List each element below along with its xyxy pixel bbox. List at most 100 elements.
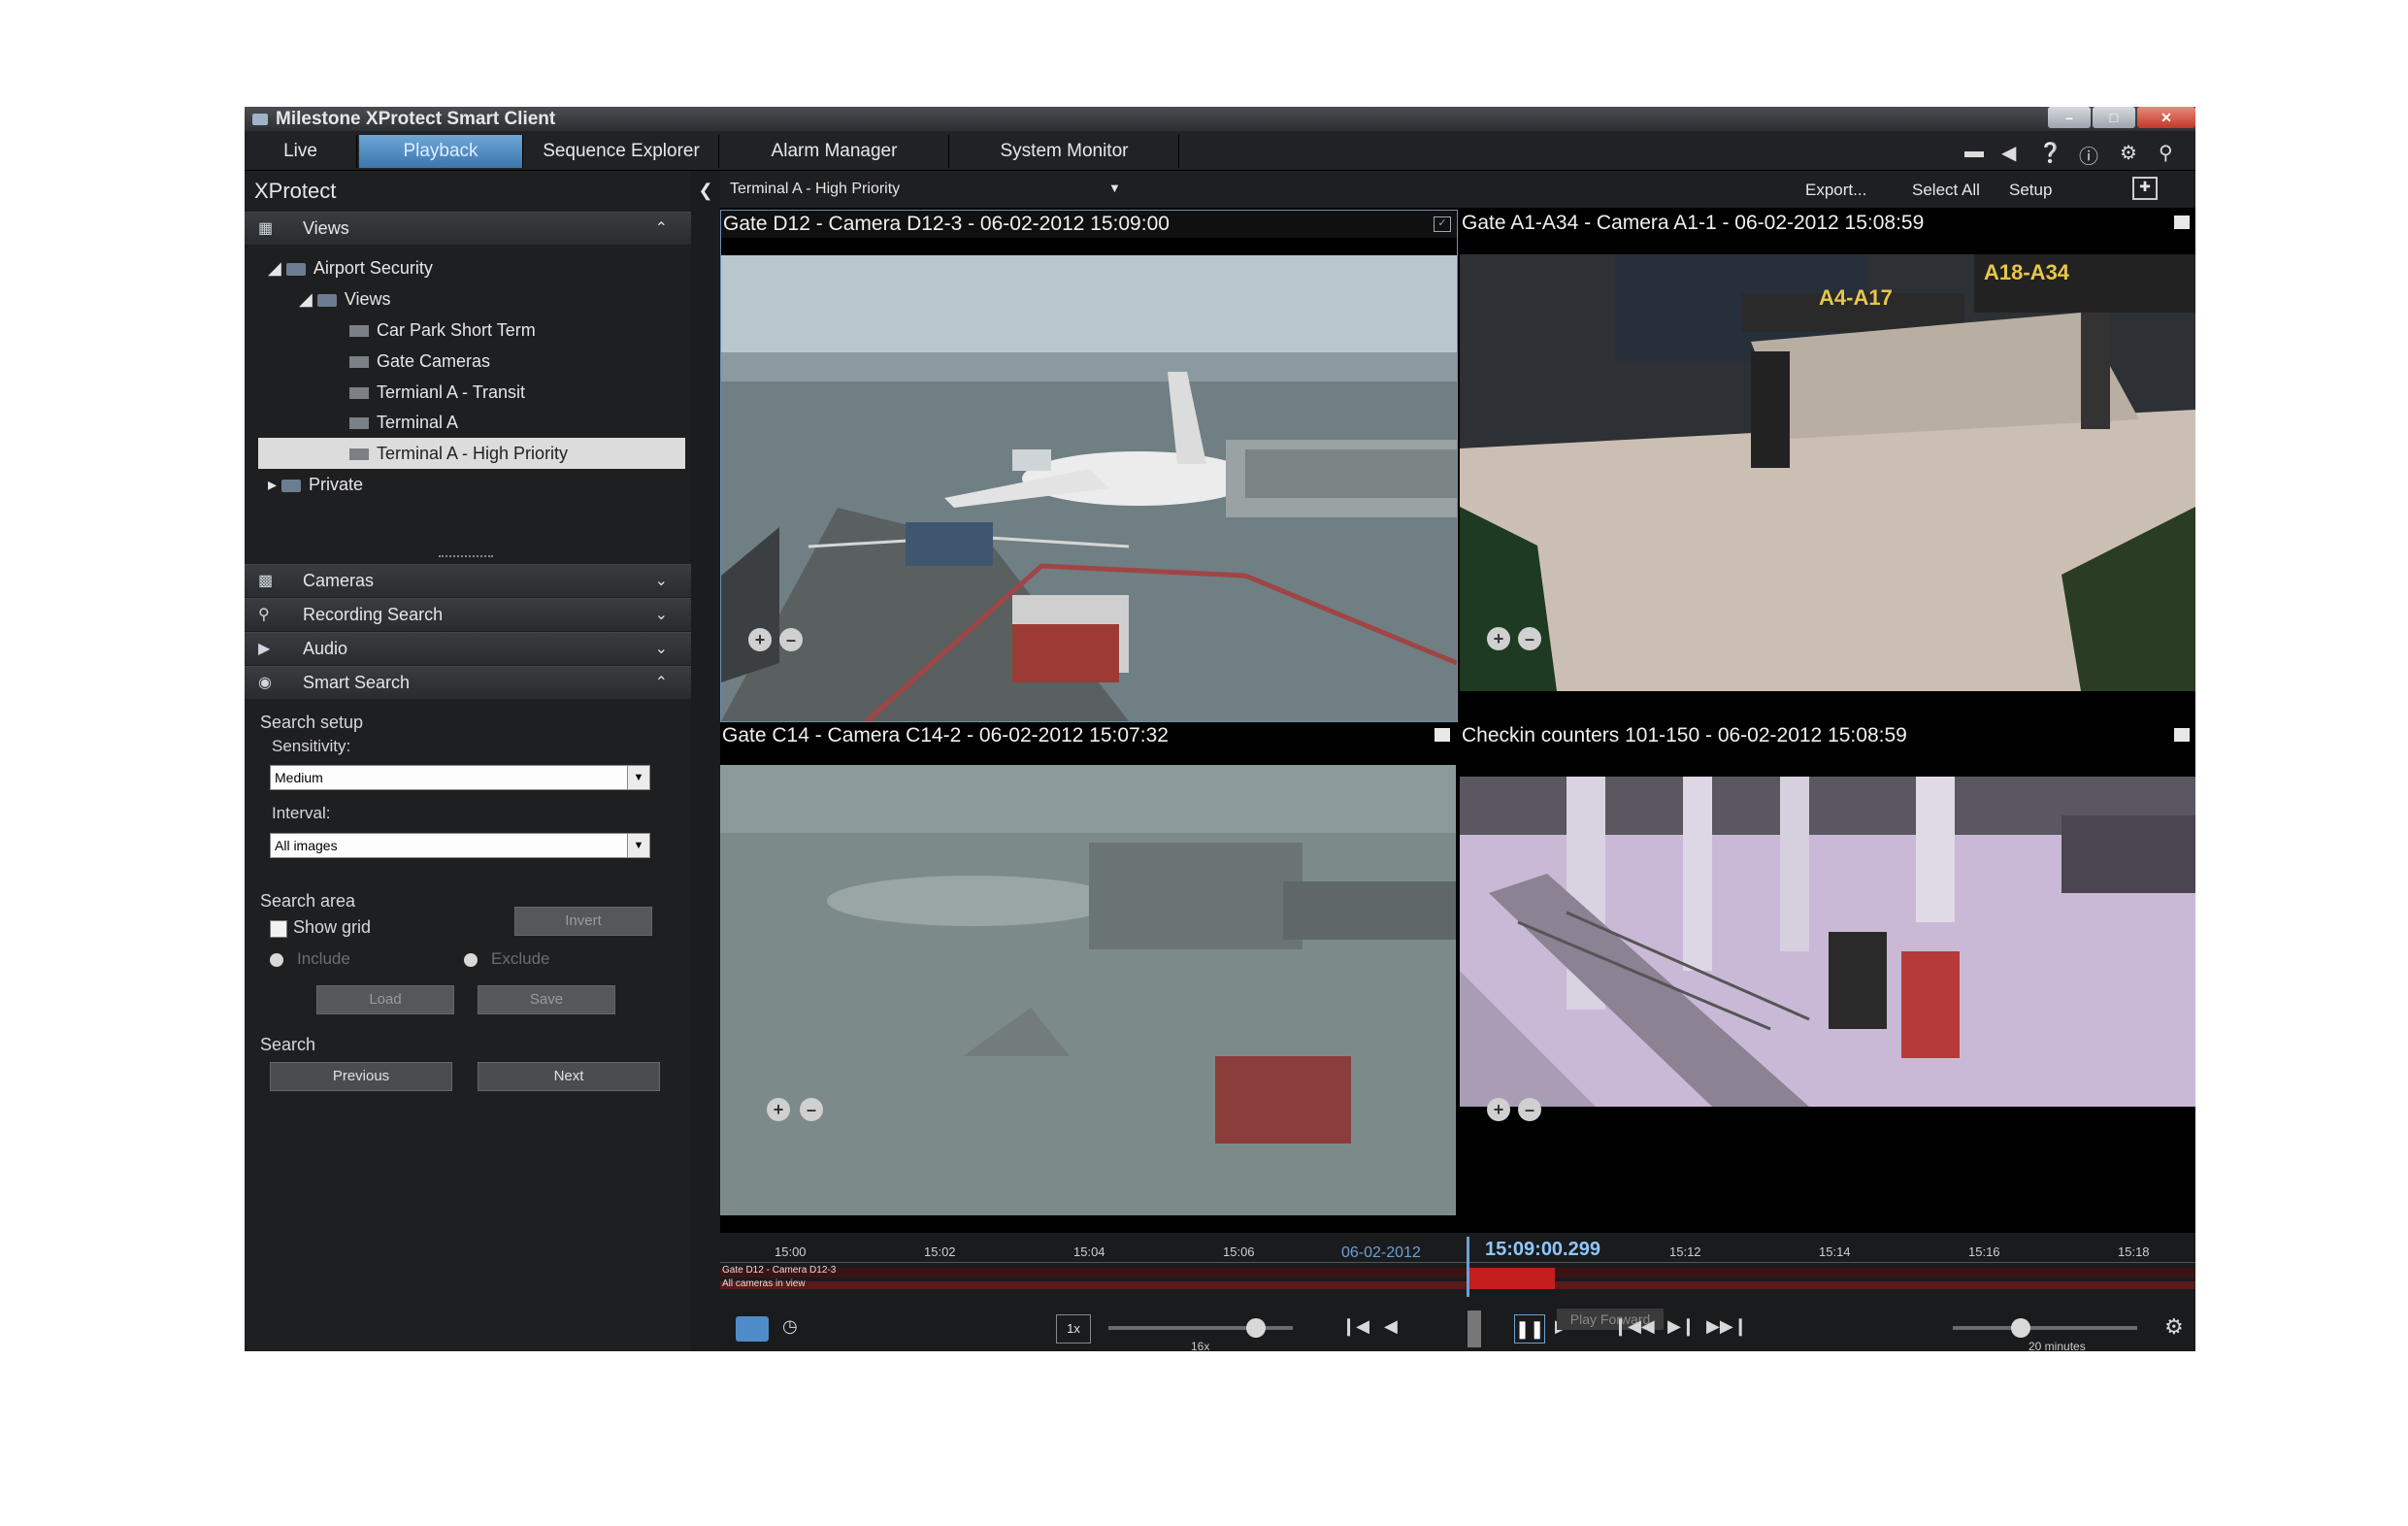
recording-search-section-header[interactable]: ⚲ Recording Search ⌄ — [245, 598, 691, 631]
collapse-pane-icon[interactable]: ❮ — [691, 181, 720, 201]
all-cameras-track[interactable] — [720, 1281, 2195, 1289]
tab-system-monitor[interactable]: System Monitor — [950, 135, 1179, 168]
camera-tile[interactable]: Gate A1-A34 - Camera A1-1 - 06-02-2012 1… — [1460, 210, 2195, 720]
camera-caption: Gate C14 - Camera C14-2 - 06-02-2012 15:… — [722, 724, 1169, 746]
camera-feed — [1460, 254, 2195, 691]
zoom-in-icon[interactable]: + — [1487, 1098, 1510, 1121]
camera-tile[interactable]: Gate C14 - Camera C14-2 - 06-02-2012 15:… — [720, 722, 1456, 1215]
camera-tile[interactable]: Checkin counters 101-150 - 06-02-2012 15… — [1460, 722, 2195, 1215]
view-selector[interactable]: Terminal A - High Priority — [730, 181, 900, 198]
tree-view-item[interactable]: Terminal A — [349, 413, 458, 433]
time-tick: 15:00 — [775, 1244, 807, 1259]
next-frame-icon[interactable]: ▶❙ — [1667, 1316, 1696, 1337]
view-layout-icon — [349, 325, 369, 338]
undock-icon[interactable]: ▬ — [1964, 141, 1984, 163]
zoom-in-icon[interactable]: + — [1487, 627, 1510, 650]
close-button[interactable]: ✕ — [2137, 107, 2195, 128]
window-title: Milestone XProtect Smart Client — [276, 108, 556, 129]
sensitivity-select[interactable]: Medium ▼ — [270, 765, 650, 790]
exclude-radio[interactable] — [464, 953, 478, 967]
info-icon[interactable]: ⓘ — [2079, 141, 2098, 169]
next-button[interactable]: Next — [478, 1062, 660, 1091]
speed-slider-thumb[interactable] — [1246, 1318, 1266, 1338]
play-reverse-icon[interactable]: ◀ — [1384, 1316, 1398, 1337]
splitter-grip[interactable] — [439, 555, 493, 561]
speed-button[interactable]: 1x — [1056, 1314, 1091, 1344]
tab-sequence-explorer[interactable]: Sequence Explorer — [524, 135, 719, 168]
dropdown-arrow-icon: ▼ — [627, 766, 649, 789]
zoom-out-icon[interactable]: – — [1518, 627, 1541, 650]
previous-sequence-icon[interactable]: ❙◀◀ — [1613, 1316, 1655, 1337]
tree-view-item[interactable]: Termianl A - Transit — [349, 382, 525, 403]
tree-root[interactable]: ◢ Airport Security — [268, 258, 433, 279]
timespan-slider[interactable] — [1953, 1326, 2137, 1330]
camera-feed — [720, 765, 1456, 1215]
camera-tile[interactable]: Gate D12 - Camera D12-3 - 06-02-2012 15:… — [720, 210, 1458, 722]
chevron-down-icon[interactable]: ▼ — [1108, 181, 1121, 195]
select-all-button[interactable]: Select All — [1912, 181, 1980, 200]
camera-caption: Gate A1-A34 - Camera A1-1 - 06-02-2012 1… — [1462, 212, 1925, 234]
folder-icon — [285, 262, 306, 276]
chevron-down-icon: ⌄ — [654, 607, 668, 623]
time-cursor[interactable] — [1467, 1237, 1469, 1297]
smart-client-window: Milestone XProtect Smart Client – □ ✕ Li… — [245, 107, 2195, 1351]
show-grid-checkbox[interactable] — [270, 920, 287, 938]
fullscreen-icon[interactable]: ✚ — [2132, 177, 2158, 200]
search-icon: ⚲ — [258, 607, 270, 623]
tree-views-folder[interactable]: ◢ Views — [299, 289, 391, 310]
show-grid-label: Show grid — [293, 917, 372, 937]
speaker-icon: ▶ — [258, 641, 271, 657]
views-section-header[interactable]: ▦ Views ⌃ — [245, 212, 691, 245]
zoom-out-icon[interactable]: – — [1518, 1098, 1541, 1121]
tree-private[interactable]: ▸ Private — [268, 475, 363, 495]
zoom-out-icon[interactable]: – — [779, 628, 803, 651]
pin-icon[interactable]: ⚲ — [2159, 141, 2173, 165]
select-checkbox[interactable] — [1435, 728, 1450, 742]
left-pane: XProtect ❮ ▦ Views ⌃ ◢ Airport Security … — [245, 171, 713, 1351]
tab-playback[interactable]: Playback — [359, 135, 523, 168]
view-layout-icon — [349, 417, 369, 430]
export-button[interactable]: Export... — [1805, 181, 1866, 200]
help-icon[interactable]: ❔ — [2038, 141, 2062, 165]
all-cameras-track-label: All cameras in view — [722, 1278, 806, 1289]
zoom-out-icon[interactable]: – — [800, 1098, 823, 1121]
select-checkbox[interactable] — [2174, 728, 2190, 742]
maximize-button[interactable]: □ — [2093, 107, 2135, 128]
smart-search-section-header[interactable]: ◉ Smart Search ⌃ — [245, 666, 691, 699]
tab-live[interactable]: Live — [245, 135, 357, 168]
include-radio[interactable] — [270, 953, 283, 967]
next-sequence-icon[interactable]: ▶▶❙ — [1706, 1316, 1748, 1337]
select-checkbox[interactable]: ✓ — [1434, 216, 1451, 232]
time-tick: 15:18 — [2118, 1244, 2150, 1259]
timeline-mode-icon[interactable] — [736, 1316, 769, 1342]
pause-icon[interactable]: ❚❚ — [1514, 1314, 1545, 1344]
time-tick: 15:06 — [1223, 1244, 1255, 1259]
previous-frame-icon[interactable]: ❙◀ — [1341, 1316, 1369, 1337]
zoom-in-icon[interactable]: + — [748, 628, 772, 651]
chevron-down-icon: ⌄ — [654, 573, 668, 589]
timespan-slider-thumb[interactable] — [2011, 1318, 2030, 1338]
view-layout-icon — [349, 356, 369, 369]
setup-button[interactable]: Setup — [2009, 181, 2052, 200]
jog-slider-thumb[interactable] — [1468, 1310, 1481, 1347]
minimize-button[interactable]: – — [2048, 107, 2091, 128]
settings-icon[interactable]: ⚙ — [2120, 141, 2137, 165]
camera-track[interactable] — [720, 1268, 2195, 1277]
tree-view-item[interactable]: Gate Cameras — [349, 351, 490, 372]
gear-icon[interactable]: ⚙ — [2164, 1314, 2184, 1340]
invert-button[interactable]: Invert — [514, 907, 652, 936]
save-button[interactable]: Save — [478, 985, 615, 1014]
previous-button[interactable]: Previous — [270, 1062, 452, 1091]
tree-view-item[interactable]: Car Park Short Term — [349, 320, 536, 341]
select-checkbox[interactable] — [2174, 216, 2190, 229]
interval-label: Interval: — [272, 804, 331, 822]
load-button[interactable]: Load — [316, 985, 454, 1014]
cameras-section-header[interactable]: ▩ Cameras ⌄ — [245, 564, 691, 597]
back-icon[interactable]: ◀ — [2001, 141, 2016, 165]
tab-alarm-manager[interactable]: Alarm Manager — [720, 135, 949, 168]
zoom-in-icon[interactable]: + — [767, 1098, 790, 1121]
tree-view-item-selected[interactable]: Terminal A - High Priority — [349, 444, 568, 464]
interval-select[interactable]: All images ▼ — [270, 833, 650, 858]
clock-icon[interactable]: ◷ — [782, 1316, 798, 1337]
audio-section-header[interactable]: ▶ Audio ⌄ — [245, 632, 691, 665]
